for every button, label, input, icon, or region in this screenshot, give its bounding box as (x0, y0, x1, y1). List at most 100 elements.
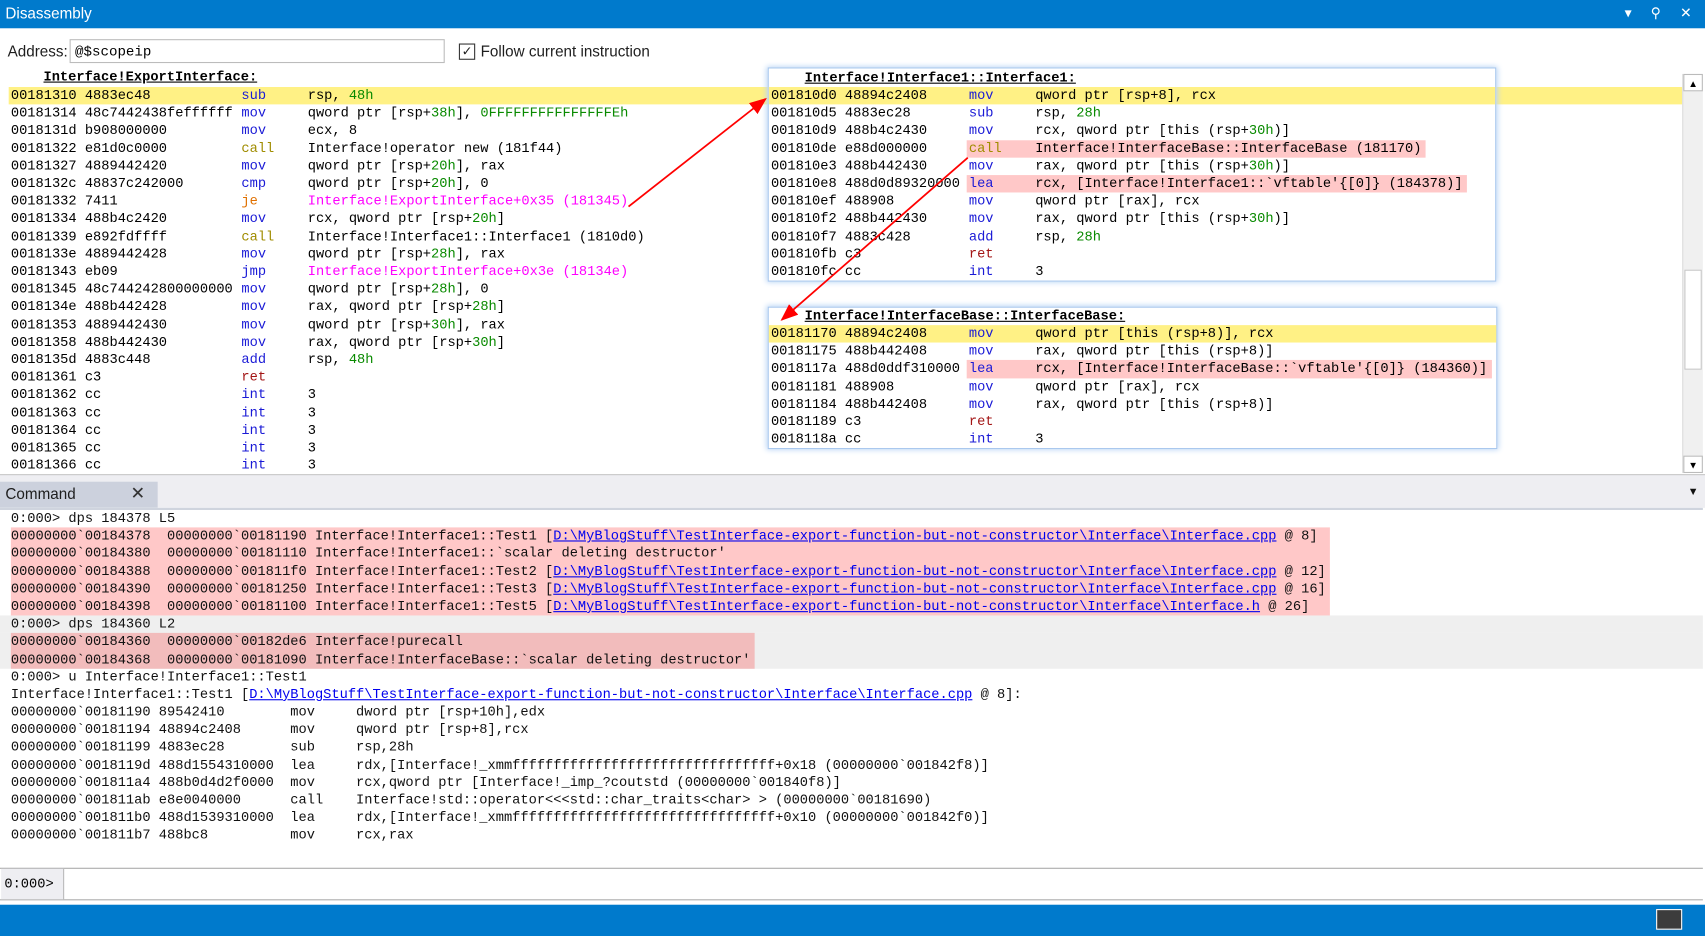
output-line: 00000000`00181194 48894c2408 mov qword p… (0, 721, 1703, 739)
operands: Interface!Interface1::Interface1 (1810d0… (308, 228, 645, 246)
instruction-row[interactable]: 00181366 cc int 3 (9, 457, 1683, 475)
address-bytes: 0018132c 48837c242000 (10, 176, 184, 192)
operand-text: rax, qword ptr [this (rsp+ (1035, 158, 1249, 174)
address-bytes: 00181314 48c7442438feffffff (10, 105, 233, 121)
address-bytes: 00181361 c3 (10, 369, 102, 386)
operand-text: 30h (1248, 158, 1274, 174)
dropdown-icon[interactable]: ▾ (1625, 4, 1632, 21)
mnemonic: ret (968, 414, 994, 430)
command-input[interactable] (67, 871, 1692, 898)
operand-text: rax, qword ptr [this (rsp+8)] (1035, 343, 1274, 360)
mnemonic: call (968, 140, 1002, 157)
instruction-row[interactable]: 001810e3 488b442430 mov rax, qword ptr [th… (769, 157, 1495, 175)
instruction-row[interactable]: 00181184 488b442408 mov rax, qword ptr [th… (769, 396, 1496, 414)
instruction-row[interactable]: 001810f7 4883c428 add rsp, 28h (769, 228, 1495, 246)
feedback-icon[interactable] (1656, 909, 1683, 930)
pane-menu-icon[interactable]: ▼ (1688, 486, 1699, 498)
operands: 3 (1035, 263, 1043, 281)
source-file-link[interactable]: D:\MyBlogStuff\TestInterface-export-func… (553, 599, 1260, 614)
instruction-row[interactable]: 00181345 48c744242800000000 mov qword ptr … (9, 281, 1683, 299)
output-block: 00000000`00184378 00000000`00181190 Inte… (0, 527, 1703, 616)
operand-text: 20h (472, 211, 497, 227)
jump-target-link[interactable]: Interface!ExportInterface+0x35 (181345) (308, 194, 629, 209)
function-header: Interface!ExportInterface: (43, 69, 258, 85)
instruction-row[interactable]: 001810e8 488d0d89320000 lea rcx, [Interfac… (769, 175, 1495, 193)
output-line: 0:000> dps 184378 L5 (0, 510, 1703, 528)
output-text: 0:000> dps 184360 L2 (10, 616, 176, 632)
operand-text: qword ptr [rsp+ (307, 176, 432, 192)
address-bytes: 00181364 cc (10, 422, 102, 439)
instruction-row[interactable]: 001810ef 488908 mov qword ptr [rax], rcx (769, 193, 1495, 211)
mnemonic: mov (241, 299, 267, 315)
instruction-row[interactable]: 0018117a 488d0ddf310000 lea rcx, [Interfac… (769, 360, 1496, 378)
operands: 3 (308, 422, 316, 440)
output-text: 00000000`00184378 00000000`00181190 Inte… (10, 528, 554, 544)
output-line: Interface!Interface1::Test1 [D:\MyBlogSt… (0, 686, 1703, 704)
instruction-row[interactable]: 00181181 488908 mov qword ptr [rax], rcx (769, 378, 1496, 396)
mnemonic: mov (968, 396, 994, 412)
operands: qword ptr [rsp+8], rcx (1035, 87, 1216, 105)
pin-icon[interactable]: ⚲ (1651, 4, 1661, 21)
address-bytes: 00181334 488b4c2420 (10, 211, 168, 227)
instruction-row[interactable]: 001810d0 48894c2408 mov qword ptr [rsp+8],… (768, 86, 1496, 105)
instruction-row[interactable]: 001810fc cc int 3 (769, 263, 1495, 281)
output-text: @ 8]: (972, 687, 1022, 703)
mnemonic: ret (241, 369, 267, 386)
operand-text: Interface!operator new (181f44) (307, 140, 563, 157)
title-bar: Disassembly ▾ ⚲ ✕ (0, 0, 1705, 29)
scroll-down-icon[interactable]: ▼ (1683, 455, 1703, 474)
instruction-row[interactable]: 001810d9 488b4c2430 mov rcx, qword ptr [th… (769, 122, 1495, 140)
tab-command[interactable]: Command ✕ (0, 481, 158, 508)
output-text: 00000000`00181194 48894c2408 mov qword p… (10, 722, 529, 738)
window-title: Disassembly (5, 4, 92, 22)
instruction-row[interactable]: 0018118a cc int 3 (769, 431, 1496, 449)
instruction-row[interactable]: 001810fb c3 ret (769, 246, 1495, 264)
function-header: Interface!Interface1::Interface1: (804, 70, 1076, 86)
instruction-row[interactable]: 001810d5 4883ec28 sub rsp, 28h (769, 105, 1495, 123)
instruction-row[interactable]: 001810de e88d000000 call Interface!Interfa… (769, 139, 1495, 158)
close-tab-icon[interactable]: ✕ (130, 483, 145, 505)
mnemonic: mov (968, 379, 994, 395)
source-file-link[interactable]: D:\MyBlogStuff\TestInterface-export-func… (553, 529, 1276, 544)
mnemonic: int (241, 440, 267, 456)
source-file-link[interactable]: D:\MyBlogStuff\TestInterface-export-func… (249, 687, 972, 702)
operand-text: ecx, 8 (307, 123, 358, 139)
output-line: 00000000`00184390 00000000`00181250 Inte… (11, 580, 1330, 598)
operand-text: rsp, (1035, 105, 1077, 121)
jump-target-link[interactable]: Interface!ExportInterface+0x3e (18134e) (308, 264, 629, 279)
operands: rcx, [Interface!Interface1::`vftable'{[0… (1035, 175, 1462, 193)
operand-text: qword ptr [rax], rcx (1035, 379, 1200, 395)
output-line: 00000000`001811b7 488bc8 mov rcx,rax (0, 827, 1703, 845)
operand-text: 30h (431, 317, 456, 333)
operands: qword ptr [rsp+20h], rax (308, 157, 505, 175)
scroll-up-icon[interactable]: ▲ (1683, 73, 1703, 92)
output-text: 00000000`00181190 89542410 mov dword ptr… (10, 704, 546, 720)
address-input[interactable] (69, 39, 445, 64)
operand-text: qword ptr [rsp+ (307, 105, 432, 121)
vertical-scrollbar[interactable]: ▲ ▼ (1682, 73, 1703, 474)
operands: 3 (308, 386, 316, 404)
mnemonic: int (241, 422, 267, 439)
instruction-row[interactable]: 001810f2 488b442430 mov rax, qword ptr [th… (769, 210, 1495, 228)
operands: qword ptr [rax], rcx (1035, 193, 1199, 211)
source-file-link[interactable]: D:\MyBlogStuff\TestInterface-export-func… (553, 564, 1276, 579)
checkbox-checked-icon[interactable]: ✓ (458, 42, 476, 60)
instruction-row[interactable]: 00181175 488b442408 mov rax, qword ptr [th… (769, 343, 1496, 361)
mnemonic: call (241, 228, 275, 245)
command-tab-strip: Command ✕ ▼ (0, 474, 1705, 508)
scroll-thumb[interactable] (1684, 269, 1702, 370)
instruction-row[interactable]: 00181189 c3 ret (769, 413, 1496, 431)
address-bytes: 0018118a cc (770, 431, 862, 448)
mnemonic: sub (241, 88, 267, 104)
operands: rax, qword ptr [this (rsp+30h)] (1035, 210, 1290, 228)
instruction-row[interactable]: 00181170 48894c2408 mov qword ptr [this (r… (768, 325, 1497, 343)
popup-interfacebase-constructor: Interface!InterfaceBase::InterfaceBase: … (767, 306, 1498, 450)
close-icon[interactable]: ✕ (1680, 4, 1692, 21)
follow-current-instruction-checkbox[interactable]: ✓ Follow current instruction (458, 42, 650, 60)
source-file-link[interactable]: D:\MyBlogStuff\TestInterface-export-func… (553, 581, 1276, 596)
address-bytes: 00181189 c3 (770, 414, 862, 430)
mnemonic: sub (968, 105, 994, 121)
operand-text: qword ptr [rsp+ (307, 281, 432, 298)
address-bytes: 001810de e88d000000 (770, 140, 928, 157)
address-bytes: 00181365 cc (10, 440, 102, 456)
